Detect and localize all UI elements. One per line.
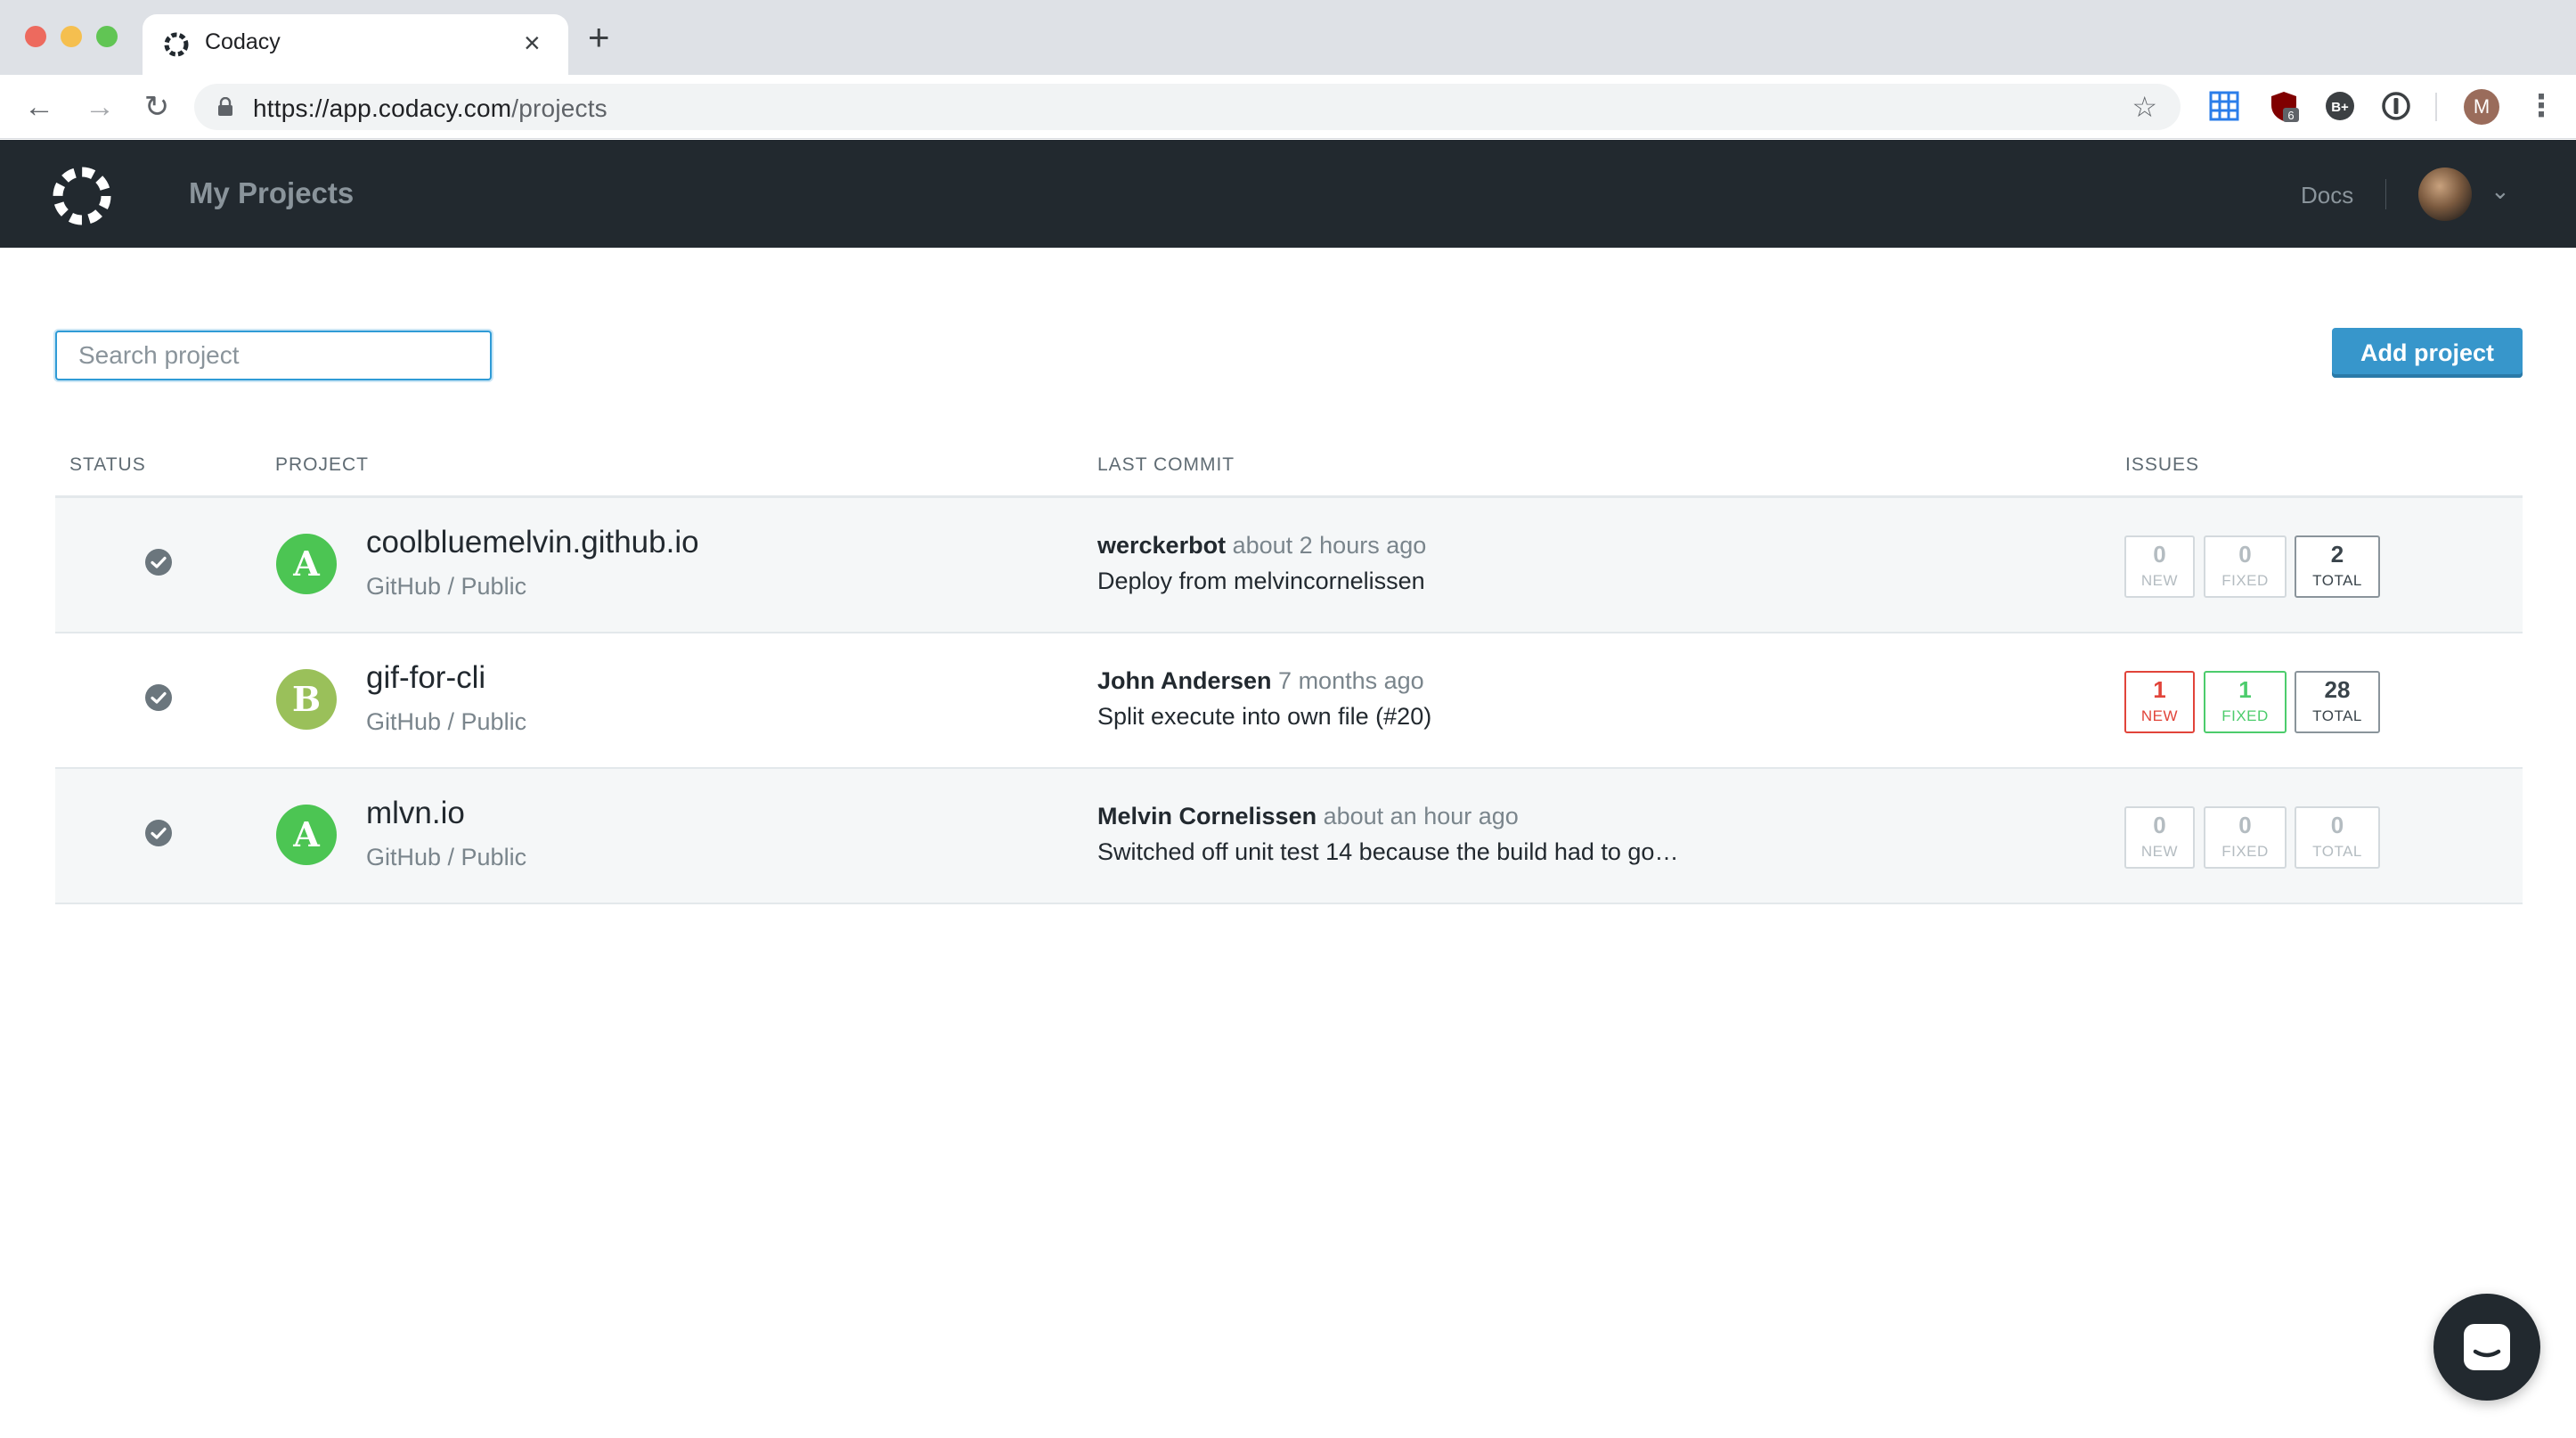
- check-circle-icon: [145, 549, 172, 576]
- check-circle-icon: [145, 820, 172, 846]
- commit-author: werckerbot: [1097, 532, 1227, 559]
- window-minimize-button[interactable]: [61, 26, 82, 47]
- url-text: https://app.codacy.com/projects: [253, 94, 607, 123]
- window-maximize-button[interactable]: [96, 26, 118, 47]
- bplus-label: B+: [2331, 100, 2349, 115]
- fixed-issues-label: FIXED: [2221, 572, 2269, 589]
- total-issues-count: 2: [2330, 541, 2344, 568]
- column-header-status: STATUS: [69, 454, 146, 475]
- commit-message: Split execute into own file (#20): [1097, 703, 1432, 730]
- new-issues-count: 0: [2153, 541, 2166, 568]
- commit-time: about 2 hours ago: [1232, 532, 1427, 559]
- project-name-link[interactable]: coolbluemelvin.github.io: [366, 525, 699, 560]
- address-bar[interactable]: https://app.codacy.com/projects ☆: [194, 84, 2181, 130]
- fixed-issues-label: FIXED: [2221, 843, 2269, 860]
- url-path: /projects: [511, 94, 607, 122]
- total-issues-count: 28: [2324, 676, 2351, 703]
- url-host: https://app.codacy.com: [253, 94, 512, 122]
- bplus-extension-icon[interactable]: B+: [2323, 89, 2357, 123]
- project-name-link[interactable]: mlvn.io: [366, 796, 465, 831]
- fixed-issues-badge[interactable]: 0 FIXED: [2204, 806, 2287, 869]
- browser-tab-strip: Codacy × +: [0, 0, 2576, 75]
- header-divider: [2385, 179, 2386, 209]
- search-project-input[interactable]: [55, 331, 492, 380]
- column-header-issues: ISSUES: [2125, 454, 2200, 475]
- grade-badge: A: [276, 805, 337, 865]
- check-circle-icon: [145, 684, 172, 711]
- back-button[interactable]: ←: [21, 89, 57, 125]
- window-close-button[interactable]: [25, 26, 46, 47]
- fixed-issues-count: 1: [2238, 676, 2252, 703]
- commit-info: Melvin Cornelissen about an hour ago: [1097, 803, 1519, 830]
- commit-message: Switched off unit test 14 because the bu…: [1097, 838, 1679, 865]
- grade-badge: A: [276, 534, 337, 594]
- toolbar-divider: [2435, 93, 2437, 121]
- grade-badge: B: [276, 669, 337, 730]
- project-name-link[interactable]: gif-for-cli: [366, 660, 485, 696]
- project-meta: GitHub / Public: [366, 844, 527, 870]
- commit-time: 7 months ago: [1278, 667, 1424, 694]
- table-row[interactable]: A mlvn.io GitHub / Public Melvin Corneli…: [55, 769, 2523, 904]
- fixed-issues-badge[interactable]: 1 FIXED: [2204, 671, 2287, 733]
- column-header-project: PROJECT: [275, 454, 370, 475]
- fixed-issues-label: FIXED: [2221, 707, 2269, 724]
- onepassword-icon[interactable]: [2379, 89, 2413, 123]
- total-issues-label: TOTAL: [2312, 843, 2362, 860]
- new-issues-badge[interactable]: 0 NEW: [2124, 535, 2195, 598]
- bookmark-star-icon[interactable]: ☆: [2132, 93, 2157, 121]
- browser-profile-avatar[interactable]: M: [2464, 89, 2499, 125]
- fixed-issues-count: 0: [2238, 541, 2252, 568]
- new-issues-count: 0: [2153, 812, 2166, 838]
- browser-toolbar: ← → ↻ https://app.codacy.com/projects ☆: [0, 75, 2576, 139]
- table-row[interactable]: B gif-for-cli GitHub / Public John Ander…: [55, 633, 2523, 769]
- add-project-button[interactable]: Add project: [2332, 328, 2523, 378]
- forward-button[interactable]: →: [82, 89, 118, 125]
- commit-time: about an hour ago: [1323, 803, 1519, 829]
- table-row[interactable]: A coolbluemelvin.github.io GitHub / Publ…: [55, 498, 2523, 633]
- reload-button[interactable]: ↻: [139, 89, 175, 125]
- chat-launcher-button[interactable]: [2433, 1294, 2540, 1401]
- grid-extension-icon[interactable]: [2207, 89, 2241, 123]
- chat-icon: [2464, 1324, 2510, 1370]
- new-issues-badge[interactable]: 1 NEW: [2124, 671, 2195, 733]
- total-issues-label: TOTAL: [2312, 572, 2362, 589]
- codacy-logo-icon[interactable]: [48, 162, 116, 230]
- project-meta: GitHub / Public: [366, 573, 527, 600]
- tab-close-icon[interactable]: ×: [524, 27, 541, 59]
- new-issues-label: NEW: [2140, 707, 2179, 724]
- docs-link[interactable]: Docs: [2301, 182, 2353, 209]
- commit-author: John Andersen: [1097, 667, 1272, 694]
- total-issues-badge[interactable]: 28 TOTAL: [2295, 671, 2380, 733]
- new-issues-label: NEW: [2140, 843, 2179, 860]
- new-tab-button[interactable]: +: [588, 19, 610, 56]
- new-issues-badge[interactable]: 0 NEW: [2124, 806, 2195, 869]
- project-meta: GitHub / Public: [366, 708, 527, 735]
- codacy-favicon-icon: [164, 32, 189, 57]
- new-issues-label: NEW: [2140, 572, 2179, 589]
- user-avatar[interactable]: [2418, 167, 2472, 221]
- fixed-issues-count: 0: [2238, 812, 2252, 838]
- commit-info: John Andersen 7 months ago: [1097, 667, 1424, 695]
- total-issues-count: 0: [2330, 812, 2344, 838]
- page-title: My Projects: [189, 176, 355, 209]
- commit-info: werckerbot about 2 hours ago: [1097, 532, 1426, 560]
- browser-tab-codacy[interactable]: Codacy ×: [143, 14, 568, 75]
- fixed-issues-badge[interactable]: 0 FIXED: [2204, 535, 2287, 598]
- commit-message: Deploy from melvincornelissen: [1097, 568, 1425, 594]
- app-header: My Projects Docs ⌄: [0, 140, 2576, 248]
- commit-author: Melvin Cornelissen: [1097, 803, 1317, 829]
- ublock-count: 6: [2287, 109, 2294, 122]
- chevron-down-icon[interactable]: ⌄: [2490, 177, 2510, 205]
- new-issues-count: 1: [2153, 676, 2166, 703]
- tab-title: Codacy: [205, 29, 281, 54]
- column-header-last-commit: LAST COMMIT: [1097, 454, 1235, 475]
- ublock-icon[interactable]: 6: [2267, 89, 2301, 123]
- lock-icon: [218, 97, 232, 116]
- total-issues-badge[interactable]: 0 TOTAL: [2295, 806, 2380, 869]
- total-issues-badge[interactable]: 2 TOTAL: [2295, 535, 2380, 598]
- browser-menu-icon[interactable]: ⋮: [2526, 89, 2556, 123]
- total-issues-label: TOTAL: [2312, 707, 2362, 724]
